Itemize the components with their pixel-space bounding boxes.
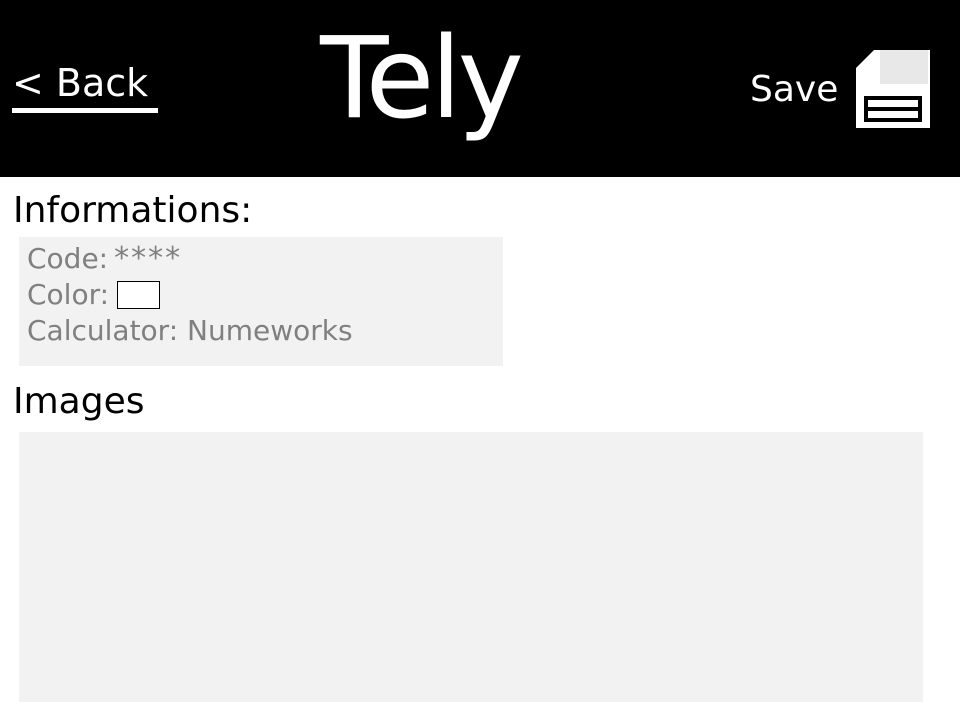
images-heading: Images bbox=[13, 381, 145, 422]
app-title: Tely bbox=[320, 14, 524, 144]
code-value: **** bbox=[114, 241, 183, 276]
color-row: Color: bbox=[27, 277, 495, 313]
calculator-row: Calculator: Numeworks bbox=[27, 313, 495, 349]
color-label: Color: bbox=[27, 278, 110, 311]
code-row: Code: **** bbox=[27, 241, 495, 277]
back-button[interactable]: < Back bbox=[12, 58, 159, 113]
code-label: Code: bbox=[27, 242, 109, 275]
images-panel bbox=[19, 432, 923, 702]
color-swatch[interactable] bbox=[117, 281, 161, 309]
calculator-text: Calculator: Numeworks bbox=[27, 314, 353, 347]
informations-heading: Informations: bbox=[13, 190, 253, 231]
save-button[interactable]: Save bbox=[750, 48, 932, 130]
top-bar: < Back Tely Save bbox=[0, 0, 960, 177]
informations-panel: Code: **** Color: Calculator: Numeworks bbox=[19, 237, 503, 366]
floppy-disk-icon bbox=[856, 50, 931, 128]
save-label: Save bbox=[750, 68, 839, 110]
